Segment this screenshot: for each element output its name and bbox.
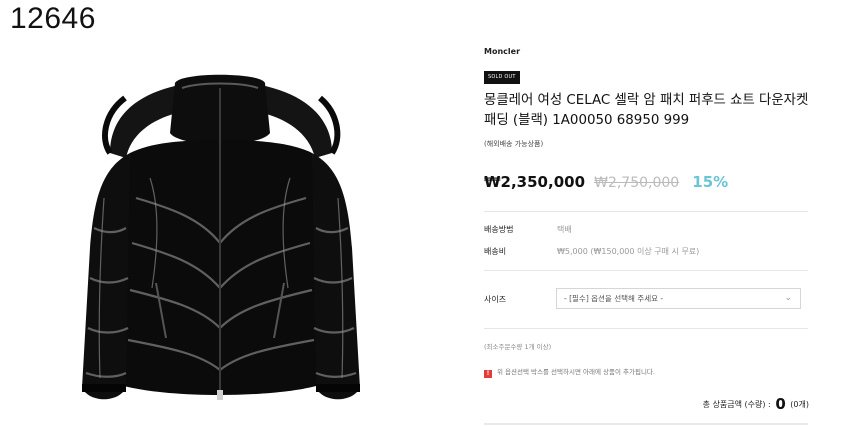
size-select[interactable]: - [필수] 옵션을 선택해 주세요 - ⌄ [556, 288, 801, 309]
divider [484, 328, 808, 329]
price-row: ₩2,350,000 ₩2,750,000 15% [484, 172, 728, 191]
warning-icon: ! [484, 370, 492, 378]
total-amount: 0 [775, 395, 786, 413]
product-image [82, 74, 360, 400]
total-label: 총 상품금액 (수량) : [702, 400, 771, 409]
shipping-fee-label: 배송비 [484, 247, 507, 256]
size-select-value: - [필수] 옵션을 선택해 주세요 - [564, 294, 664, 303]
option-notice: ! 위 옵션선택 박스를 선택하시면 아래에 상품이 추가됩니다. [484, 366, 655, 378]
option-notice-text: 위 옵션선택 박스를 선택하시면 아래에 상품이 추가됩니다. [497, 368, 655, 376]
item-code: 12646 [10, 2, 96, 35]
sale-price: ₩2,350,000 [484, 173, 586, 191]
product-title: 몽클레어 여성 CELAC 셀락 암 패치 퍼후드 쇼트 다운자켓 패딩 (블랙… [484, 93, 809, 128]
total-count: (0개) [790, 400, 809, 409]
bottom-divider [484, 423, 808, 425]
shipping-fee-value: ₩5,000 (₩150,000 이상 구매 시 무료) [557, 247, 700, 256]
left-sleeve [82, 153, 130, 400]
delivery-method-value: 택배 [557, 225, 572, 234]
original-price: ₩2,750,000 [594, 175, 680, 191]
brand-name[interactable]: Moncler [484, 47, 520, 56]
min-order-quantity: (최소주문수량 1개 이상) [484, 343, 552, 351]
delivery-method-label: 배송방법 [484, 225, 514, 234]
divider [484, 211, 808, 212]
divider [484, 270, 808, 271]
overseas-shipping-note: (해외배송 가능상품) [484, 140, 544, 148]
right-sleeve [312, 153, 360, 400]
sold-out-badge: SOLD OUT [484, 71, 520, 84]
chevron-down-icon: ⌄ [784, 293, 792, 303]
total-price: 총 상품금액 (수량) : 0 (0개) [703, 395, 809, 413]
size-label: 사이즈 [484, 295, 507, 304]
discount-rate: 15% [692, 173, 729, 191]
